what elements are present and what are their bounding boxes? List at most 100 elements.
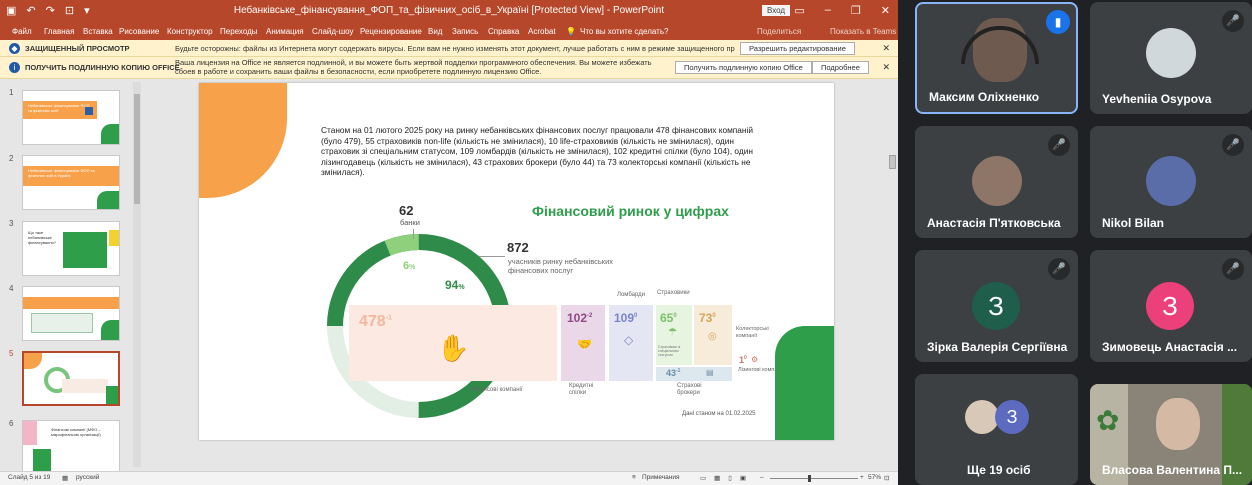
mic-off-icon: 🎤 [1222, 134, 1244, 156]
close-icon[interactable]: ✕ [882, 62, 890, 73]
share-button[interactable]: Поделиться [757, 27, 801, 36]
tab-animations[interactable]: Анимация [266, 27, 304, 36]
lomb-label: Ломбарди [617, 292, 646, 298]
maximize-icon[interactable]: ❐ [851, 4, 861, 17]
avatar: З [1146, 282, 1194, 330]
tab-insert[interactable]: Вставка [83, 27, 113, 36]
teams-button[interactable]: Показать в Teams [830, 27, 896, 36]
fin-count: 478 [359, 313, 386, 330]
tab-design[interactable]: Конструктор [167, 27, 213, 36]
zoom-in-icon[interactable]: + [860, 474, 864, 481]
tab-home[interactable]: Главная [44, 27, 74, 36]
participant-name: Nikol Bilan [1102, 216, 1165, 230]
collectors-block: 730 ◎ [694, 305, 732, 365]
handshake-icon: 🤝 [577, 337, 592, 351]
tab-slideshow[interactable]: Слайд-шоу [312, 27, 353, 36]
slide-thumbnail-1[interactable]: Небанківське фінансування ФОП та фізични… [22, 90, 120, 145]
ins-label: Страховики [657, 290, 690, 296]
orange-decoration [199, 83, 287, 198]
zoom-slider[interactable] [770, 478, 858, 479]
get-genuine-office-button[interactable]: Получить подлинную копию Office [675, 61, 812, 74]
participant-tile-6[interactable]: З 🎤 Зимовець Анастасія ... [1090, 250, 1252, 362]
pct-6: 6% [403, 260, 416, 272]
brokers-block: 43-1 ▤ [656, 367, 732, 381]
thumbnail-number: 1 [9, 88, 14, 97]
protected-view-message: Будьте осторожны: файлы из Интернета мог… [175, 44, 735, 53]
participant-tile-2[interactable]: 🎤 Yevheniia Osypova [1090, 2, 1252, 114]
participant-name: Анастасія П'ятковська [927, 216, 1061, 230]
avatar: З [972, 282, 1020, 330]
slide-counter: Слайд 5 из 19 [8, 474, 51, 481]
tell-me-input[interactable]: Что вы хотите сделать? [580, 27, 668, 36]
thumbnails-scrollbar[interactable] [133, 82, 141, 467]
tab-acrobat[interactable]: Acrobat [528, 27, 556, 36]
fit-to-window-icon[interactable]: ⊡ [884, 474, 889, 482]
window-controls: ▭ – ❐ ✕ [794, 4, 890, 17]
tab-record[interactable]: Запись [452, 27, 478, 36]
brok-label: Страхові брокери [677, 383, 702, 396]
participant-tile-4[interactable]: 🎤 Nikol Bilan [1090, 126, 1252, 238]
ribbon-display-options-icon[interactable]: ▭ [794, 4, 804, 17]
tab-transitions[interactable]: Переходы [220, 27, 258, 36]
powerpoint-window: ▣ ↶ ↷ ⊡ ▾ Небанківське_фінансування_ФОП_… [0, 0, 898, 485]
slide-thumbnail-2[interactable]: Небанківське фінансування ФОП та фізични… [22, 155, 120, 210]
minimize-icon[interactable]: – [825, 4, 831, 17]
zoom-slider-thumb[interactable] [808, 475, 811, 482]
participant-tile-8[interactable]: ✿ Власова Валентина П... [1090, 384, 1252, 485]
avatar [972, 156, 1022, 206]
pawnshops-block: 1090 ◇ [609, 305, 653, 381]
language-indicator[interactable]: русский [76, 474, 99, 481]
tab-view[interactable]: Вид [428, 27, 442, 36]
total-count: 872 [507, 240, 529, 255]
tell-me-icon: 💡 [566, 27, 576, 36]
participant-tile-5[interactable]: З 🎤 Зірка Валерія Сергіївна [915, 250, 1078, 362]
lomb-count: 109 [614, 311, 635, 325]
tab-file[interactable]: Файл [12, 27, 32, 36]
participant-tile-1[interactable]: ▮ Максим Оліхненко [915, 2, 1078, 114]
more-participants-tile[interactable]: З Ще 19 осіб [915, 374, 1078, 485]
umbrella-icon: ☂ [668, 327, 677, 338]
avatar [965, 400, 999, 434]
credit-unions-block: 102-2 🤝 [561, 305, 605, 381]
participant-name: Зірка Валерія Сергіївна [927, 340, 1068, 354]
tab-help[interactable]: Справка [488, 27, 519, 36]
ins-sub-label: Страховики зі спеціальним статусом [658, 345, 681, 357]
zoom-out-icon[interactable]: – [760, 474, 764, 481]
hand-coin-icon: ✋ [437, 333, 470, 363]
intro-text: Станом на 01 лютого 2025 року на ринку н… [321, 125, 753, 177]
slide-thumbnail-6[interactable]: Фінансові компанії (МФО – мікрофінансові… [22, 420, 120, 475]
tab-draw[interactable]: Рисование [119, 27, 159, 36]
participant-tile-3[interactable]: 🎤 Анастасія П'ятковська [915, 126, 1078, 238]
thumbnail-number: 6 [9, 419, 14, 428]
thumbnail-number: 5 [9, 349, 14, 358]
protected-view-title: ЗАЩИЩЕННЫЙ ПРОСМОТР [25, 44, 130, 53]
view-buttons[interactable]: ▭▦▯▣ [700, 474, 754, 482]
more-participants-label: Ще 19 осіб [967, 463, 1031, 477]
mic-off-icon: 🎤 [1222, 10, 1244, 32]
slide-thumbnail-5-selected[interactable] [22, 351, 120, 406]
title-bar: ▣ ↶ ↷ ⊡ ▾ Небанківське_фінансування_ФОП_… [0, 0, 898, 24]
mic-off-icon: 🎤 [1048, 258, 1070, 280]
license-bar: i ПОЛУЧИТЬ ПОДЛИННУЮ КОПИЮ OFFICE Ваша л… [0, 57, 898, 79]
avatar [1146, 28, 1196, 78]
login-button[interactable]: Вход [762, 5, 791, 16]
headphones-icon [961, 26, 1039, 64]
close-icon[interactable]: ✕ [881, 4, 890, 17]
spellcheck-icon[interactable]: ▦ [62, 474, 68, 482]
speaking-icon: ▮ [1046, 10, 1070, 34]
slide-thumbnail-4[interactable] [22, 286, 120, 341]
tab-review[interactable]: Рецензирование [360, 27, 422, 36]
slide-thumbnail-3[interactable]: Що таке небанківське фінансування? [22, 221, 120, 276]
notes-button[interactable]: Примечания [642, 474, 680, 481]
slide-scrollbar[interactable] [888, 80, 897, 470]
learn-more-button[interactable]: Подробнее [812, 61, 869, 74]
coin-icon: ◎ [708, 331, 717, 342]
close-icon[interactable]: ✕ [882, 43, 890, 54]
slide-heading: Фінансовий ринок у цифрах [532, 203, 729, 219]
participant-name: Власова Валентина П... [1102, 463, 1243, 477]
zoom-level[interactable]: 57% [868, 474, 881, 481]
enable-editing-button[interactable]: Разрешить редактирование [740, 42, 855, 55]
participant-name: Yevheniia Osypova [1102, 92, 1212, 106]
total-label: учасників ринку небанківських фінансових… [508, 257, 614, 275]
thumbnail-number: 4 [9, 284, 14, 293]
